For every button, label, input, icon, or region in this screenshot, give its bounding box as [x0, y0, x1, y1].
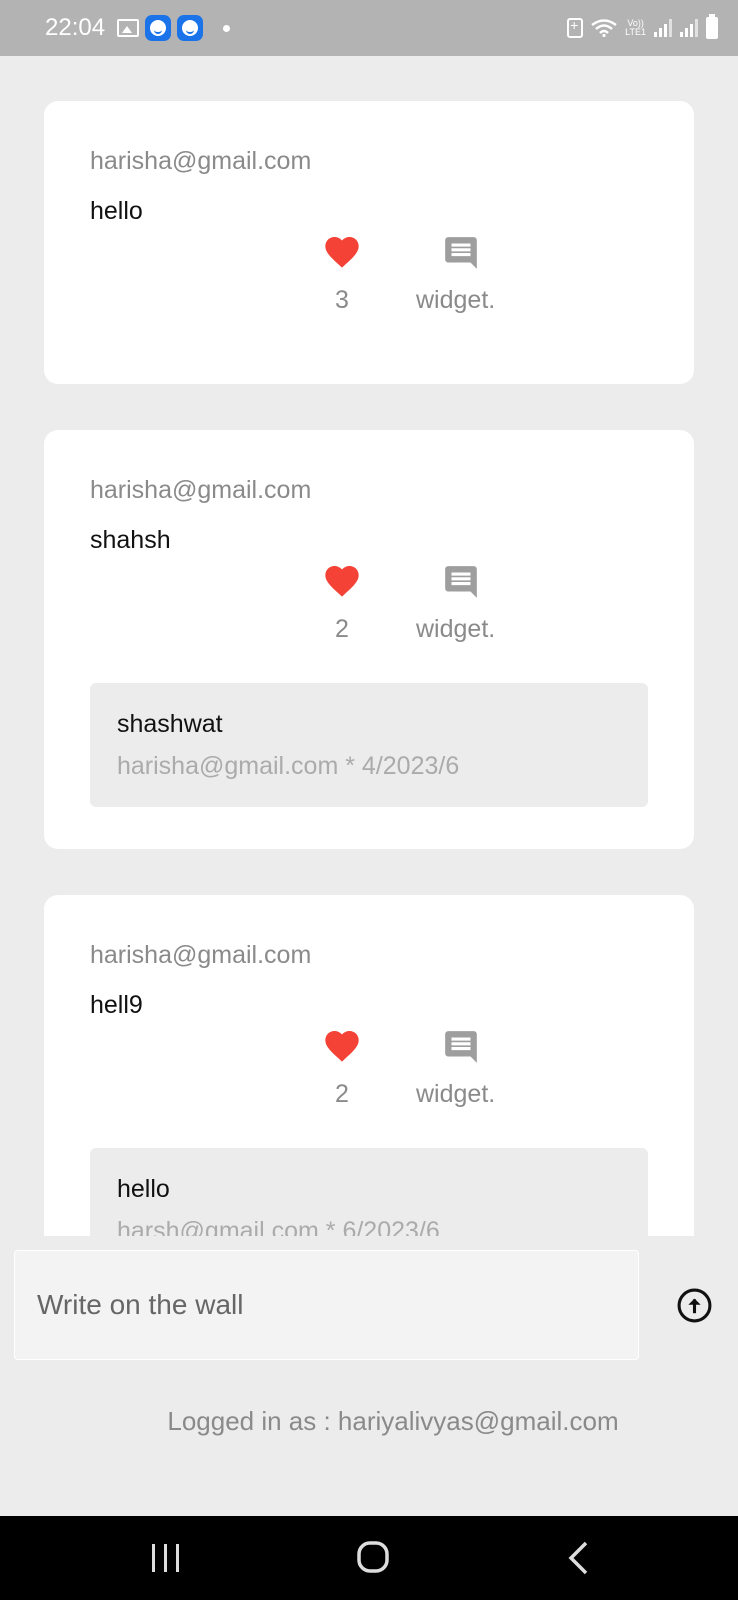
post-author: harisha@gmail.com: [90, 147, 312, 175]
composer: Logged in as : hariyalivyas@gmail.com: [0, 1236, 738, 1516]
heart-icon[interactable]: [322, 1026, 362, 1066]
post-text: hell9: [90, 991, 143, 1019]
wifi-icon: [591, 19, 617, 37]
comment-item: hello harsh@gmail.com * 6/2023/6: [90, 1148, 648, 1236]
notification-dot-icon: [223, 24, 231, 32]
arrow-up-circle-icon[interactable]: [676, 1287, 713, 1324]
status-bar: 22:04 Vo)) LTE1: [0, 0, 738, 56]
heart-icon[interactable]: [322, 561, 362, 601]
post-actions: 2 widget.: [90, 557, 648, 657]
home-icon[interactable]: [356, 1540, 390, 1574]
signal-icon: [680, 19, 698, 37]
battery-saver-icon: [567, 17, 584, 38]
post-author: harisha@gmail.com: [90, 941, 312, 969]
signal-icon: [654, 19, 672, 37]
gallery-icon: [117, 19, 140, 37]
comment-meta: harisha@gmail.com * 4/2023/6: [117, 752, 460, 780]
post-actions: 3 widget.: [90, 228, 648, 328]
comment-label: widget.: [416, 615, 496, 643]
status-time: 22:04: [45, 14, 106, 41]
comment-icon[interactable]: [442, 563, 480, 601]
comment-text: hello: [117, 1175, 170, 1203]
heart-icon[interactable]: [322, 232, 362, 272]
status-notification-icons: [117, 15, 231, 41]
app-notification-icon: [177, 15, 204, 41]
comment-label: widget.: [416, 286, 496, 314]
post-card: harisha@gmail.com hell9 2 widget. hello …: [44, 895, 694, 1236]
comment-item: shashwat harisha@gmail.com * 4/2023/6: [90, 683, 648, 807]
like-count: 2: [335, 615, 349, 643]
post-text: shahsh: [90, 526, 171, 554]
battery-icon: [706, 14, 718, 39]
comment-label: widget.: [416, 1080, 496, 1108]
post-text: hello: [90, 197, 143, 225]
app-notification-icon: [145, 15, 172, 41]
like-count: 3: [335, 286, 349, 314]
status-system-icons: Vo)) LTE1: [567, 14, 718, 39]
system-nav-bar: [0, 1516, 738, 1600]
wall-post-input[interactable]: [14, 1250, 639, 1360]
comment-icon[interactable]: [442, 234, 480, 272]
comment-icon[interactable]: [442, 1028, 480, 1066]
post-author: harisha@gmail.com: [90, 476, 312, 504]
recent-apps-icon[interactable]: [150, 1544, 182, 1572]
post-card: harisha@gmail.com shahsh 2 widget. shash…: [44, 430, 694, 849]
post-card: harisha@gmail.com hello 3 widget.: [44, 101, 694, 384]
lte-label: LTE1: [625, 27, 646, 37]
comment-meta: harsh@gmail.com * 6/2023/6: [117, 1217, 440, 1236]
post-actions: 2 widget.: [90, 1022, 648, 1122]
logged-in-label: Logged in as : hariyalivyas@gmail.com: [167, 1406, 619, 1436]
back-icon[interactable]: [566, 1540, 590, 1576]
wall-feed[interactable]: harisha@gmail.com hello 3 widget. harish…: [0, 56, 738, 1236]
like-count: 2: [335, 1080, 349, 1108]
comment-text: shashwat: [117, 710, 223, 738]
volte-indicator: Vo)) LTE1: [625, 19, 646, 37]
